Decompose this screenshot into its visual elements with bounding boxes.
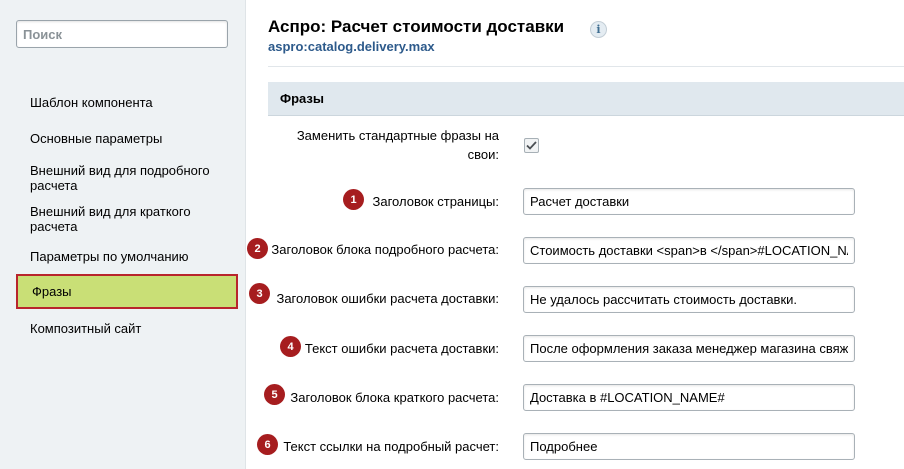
detail-link-text-input[interactable] bbox=[524, 434, 854, 459]
replace-phrases-checkbox[interactable] bbox=[524, 138, 539, 153]
search-input[interactable] bbox=[17, 21, 227, 47]
detail-link-text-label: Текст ссылки на подробный расчет: bbox=[283, 439, 499, 454]
search-box[interactable] bbox=[16, 20, 228, 48]
step-badge-5: 5 bbox=[264, 384, 285, 405]
error-title-field[interactable] bbox=[523, 286, 855, 313]
step-badge-3: 3 bbox=[249, 283, 270, 304]
page-title-field[interactable] bbox=[523, 188, 855, 215]
error-text-label: Текст ошибки расчета доставки: bbox=[304, 341, 499, 356]
sidebar-item-template[interactable]: Шаблон компонента bbox=[16, 93, 238, 112]
step-badge-1: 1 bbox=[343, 189, 364, 210]
sidebar-item-detail-view[interactable]: Внешний вид для подробного расчета bbox=[16, 162, 238, 193]
info-icon[interactable]: i bbox=[590, 21, 607, 38]
sidebar: Шаблон компонента Основные параметры Вне… bbox=[0, 0, 246, 469]
sidebar-item-composite[interactable]: Композитный сайт bbox=[16, 319, 238, 338]
page-title-label: Заголовок страницы: bbox=[372, 194, 500, 209]
page-title-input[interactable] bbox=[524, 189, 854, 214]
page-title: Аспро: Расчет стоимости доставки bbox=[268, 17, 565, 36]
checkmark-icon bbox=[526, 141, 537, 150]
replace-phrases-label: Заменить стандартные фразы на свои: bbox=[296, 128, 499, 162]
sidebar-item-main-params[interactable]: Основные параметры bbox=[16, 129, 238, 148]
sidebar-item-phrases[interactable]: Фразы bbox=[16, 274, 238, 309]
short-block-title-input[interactable] bbox=[524, 385, 854, 410]
detail-block-title-input[interactable] bbox=[524, 238, 854, 263]
short-block-title-field[interactable] bbox=[523, 384, 855, 411]
detail-link-text-field[interactable] bbox=[523, 433, 855, 460]
sidebar-item-short-view[interactable]: Внешний вид для краткого расчета bbox=[16, 203, 238, 234]
error-title-label: Заголовок ошибки расчета доставки: bbox=[276, 291, 499, 306]
short-block-title-label: Заголовок блока краткого расчета: bbox=[290, 390, 499, 405]
step-badge-6: 6 bbox=[257, 434, 278, 455]
error-text-field[interactable] bbox=[523, 335, 855, 362]
error-title-input[interactable] bbox=[524, 287, 854, 312]
sidebar-item-defaults[interactable]: Параметры по умолчанию bbox=[16, 247, 238, 266]
component-code: aspro:catalog.delivery.max bbox=[268, 39, 435, 54]
detail-block-title-label: Заголовок блока подробного расчета: bbox=[271, 242, 499, 257]
step-badge-2: 2 bbox=[247, 238, 268, 259]
header-divider bbox=[268, 66, 904, 67]
error-text-input[interactable] bbox=[524, 336, 854, 361]
section-header-phrases: Фразы bbox=[268, 82, 904, 116]
detail-block-title-field[interactable] bbox=[523, 237, 855, 264]
step-badge-4: 4 bbox=[280, 336, 301, 357]
